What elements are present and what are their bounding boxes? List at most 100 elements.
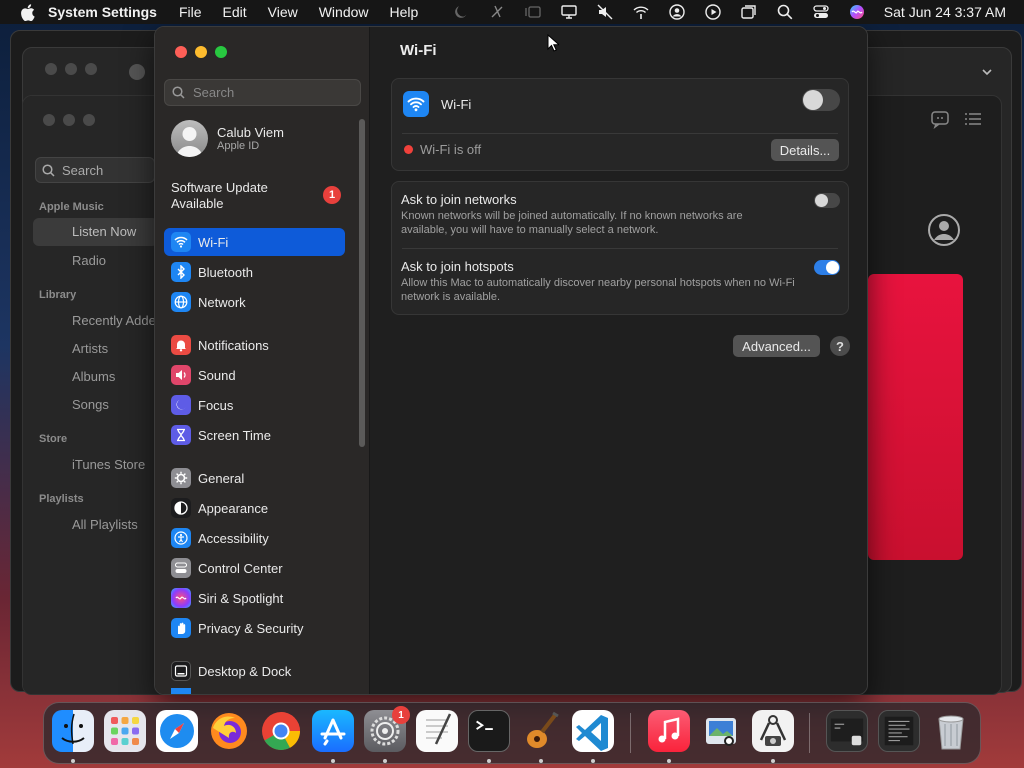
music-section-apple-music: Apple Music — [39, 201, 104, 213]
sidebar-item-notifications[interactable]: Notifications — [164, 331, 345, 359]
menu-file[interactable]: File — [179, 4, 202, 20]
apple-menu-icon[interactable] — [18, 3, 36, 21]
window-zoom-button[interactable] — [215, 46, 227, 58]
screen-record-icon[interactable] — [704, 3, 722, 21]
siri-icon[interactable] — [848, 3, 866, 21]
details-button[interactable]: Details... — [771, 139, 839, 161]
music-item-listen-now[interactable]: Listen Now — [72, 224, 136, 239]
queue-list-icon[interactable] — [963, 109, 983, 129]
software-update-row[interactable]: Software Update Available 1 — [171, 180, 341, 212]
ask-networks-toggle[interactable] — [814, 193, 840, 208]
music-item-artists[interactable]: Artists — [72, 341, 108, 356]
music-icon[interactable] — [648, 710, 690, 752]
window-thumbnail-icon[interactable] — [826, 710, 868, 752]
menu-bar-clock[interactable]: Sat Jun 24 3:37 AM — [884, 4, 1006, 20]
dock-separator — [630, 713, 631, 753]
lyrics-icon[interactable] — [930, 109, 950, 129]
divider — [402, 133, 838, 134]
ask-hotspots-title: Ask to join hotspots — [401, 259, 514, 274]
help-button[interactable]: ? — [830, 336, 850, 356]
finder-icon[interactable] — [52, 710, 94, 752]
profile-icon[interactable] — [927, 213, 961, 247]
wifi-icon — [171, 232, 191, 252]
music-close-button[interactable] — [43, 114, 55, 126]
account-icon[interactable] — [668, 3, 686, 21]
music-item-songs[interactable]: Songs — [72, 397, 109, 412]
wifi-off-icon[interactable] — [632, 3, 650, 21]
music-minimize-button[interactable] — [63, 114, 75, 126]
sidebar-item-network[interactable]: Network — [164, 288, 345, 316]
vscode-icon[interactable] — [572, 710, 614, 752]
sidebar-item-desktop-dock[interactable]: Desktop & Dock — [164, 657, 345, 685]
sidebar-item-appearance[interactable]: Appearance — [164, 494, 345, 522]
firefox-icon[interactable] — [208, 710, 250, 752]
window-close-button[interactable] — [175, 46, 187, 58]
speaker-icon — [171, 365, 191, 385]
display-icon[interactable] — [560, 3, 578, 21]
sidebar-search-field[interactable]: Search — [164, 79, 361, 106]
dock-separator — [809, 713, 810, 753]
sidebar-item-control-center[interactable]: Control Center — [164, 554, 345, 582]
spotlight-icon[interactable] — [776, 3, 794, 21]
terminal-icon[interactable] — [468, 710, 510, 752]
music-item-itunes-store[interactable]: iTunes Store — [72, 457, 145, 472]
garageband-icon[interactable] — [520, 710, 562, 752]
music-item-recently-added[interactable]: Recently Added — [72, 313, 163, 328]
wifi-toggle[interactable] — [802, 89, 840, 111]
preview-icon[interactable] — [700, 710, 742, 752]
sidebar-item-wifi[interactable]: Wi-Fi — [164, 228, 345, 256]
sidebar-item-accessibility[interactable]: Accessibility — [164, 524, 345, 552]
sidebar-item-general[interactable]: General — [164, 464, 345, 492]
sidebar-item-privacy-security[interactable]: Privacy & Security — [164, 614, 345, 642]
control-center-icon[interactable] — [812, 3, 830, 21]
settings-sidebar: Search Calub Viem Apple ID Software Upda… — [155, 27, 370, 694]
sidebar-item-focus[interactable]: Focus — [164, 391, 345, 419]
menu-window[interactable]: Window — [319, 4, 369, 20]
running-indicator — [487, 759, 491, 763]
window-close-button[interactable] — [45, 63, 57, 75]
sidebar-item-label: Bluetooth — [198, 264, 253, 280]
music-zoom-button[interactable] — [83, 114, 95, 126]
accessibility-icon — [171, 528, 191, 548]
mute-icon[interactable] — [596, 3, 614, 21]
sidebar-item-sound[interactable]: Sound — [164, 361, 345, 389]
ask-hotspots-toggle[interactable] — [814, 260, 840, 275]
cursor-off-icon[interactable] — [488, 3, 506, 21]
app-store-icon[interactable] — [312, 710, 354, 752]
window-minimize-button[interactable] — [65, 63, 77, 75]
textedit-icon[interactable] — [416, 710, 458, 752]
window-minimize-button[interactable] — [195, 46, 207, 58]
sidebar-item-label: Focus — [198, 397, 234, 413]
safari-icon[interactable] — [156, 710, 198, 752]
stage-manager-icon[interactable] — [524, 3, 542, 21]
chrome-icon[interactable] — [260, 710, 302, 752]
document-thumbnail-icon[interactable] — [878, 710, 920, 752]
menu-help[interactable]: Help — [390, 4, 419, 20]
menu-edit[interactable]: Edit — [223, 4, 247, 20]
launchpad-icon[interactable] — [104, 710, 146, 752]
music-item-radio[interactable]: Radio — [72, 253, 106, 268]
sidebar-item-siri-spotlight[interactable]: Siri & Spotlight — [164, 584, 345, 612]
menu-view[interactable]: View — [268, 4, 298, 20]
menu-app-name[interactable]: System Settings — [48, 4, 157, 20]
sidebar-item-partial[interactable] — [164, 688, 345, 694]
music-item-albums[interactable]: Albums — [72, 369, 115, 384]
music-search-field[interactable]: Search — [35, 157, 155, 183]
chevron-down-icon[interactable] — [981, 66, 993, 78]
moon-icon[interactable] — [452, 3, 470, 21]
trash-icon[interactable] — [930, 710, 972, 752]
sidebar-item-bluetooth[interactable]: Bluetooth — [164, 258, 345, 286]
music-item-all-playlists[interactable]: All Playlists — [72, 517, 138, 532]
apple-id-row[interactable]: Calub Viem Apple ID — [171, 120, 284, 157]
advanced-button[interactable]: Advanced... — [733, 335, 820, 357]
window-zoom-button[interactable] — [85, 63, 97, 75]
sidebar-scrollbar[interactable] — [359, 119, 365, 447]
screenshot-icon[interactable] — [752, 710, 794, 752]
music-section-library: Library — [39, 289, 77, 301]
running-indicator — [383, 759, 387, 763]
music-hero-banner[interactable] — [868, 274, 963, 560]
sidebar-item-screen-time[interactable]: Screen Time — [164, 421, 345, 449]
screens-icon[interactable] — [740, 3, 758, 21]
sidebar-item-label: Desktop & Dock — [198, 663, 292, 679]
appearance-icon — [171, 498, 191, 518]
